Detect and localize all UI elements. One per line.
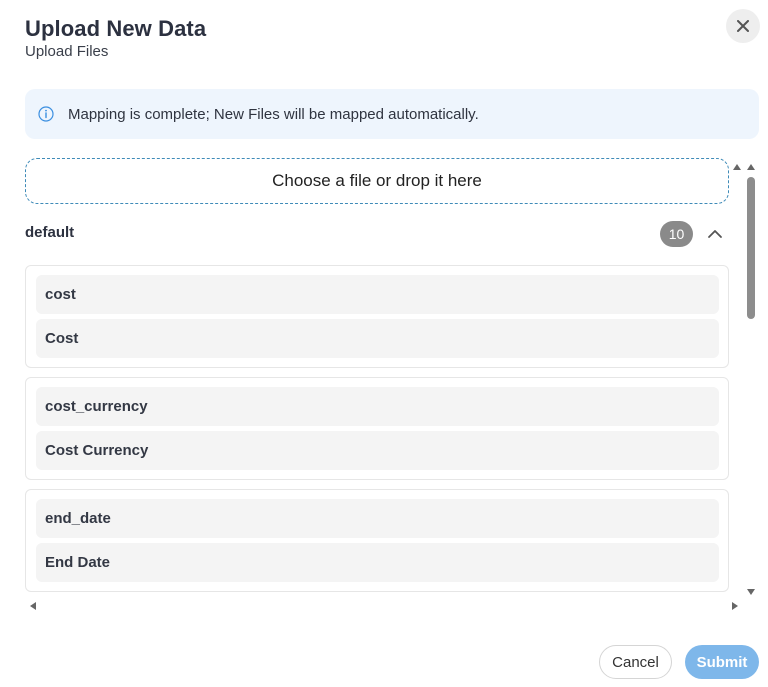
mapping-scroll-area[interactable]: Choose a file or drop it here default co… (25, 158, 730, 594)
file-dropzone[interactable]: Choose a file or drop it here (25, 158, 729, 204)
field-key[interactable]: cost (36, 275, 719, 314)
scroll-right-arrow[interactable] (732, 602, 738, 610)
field-label[interactable]: End Date (36, 543, 719, 582)
info-banner: Mapping is complete; New Files will be m… (25, 89, 759, 139)
field-label[interactable]: Cost Currency (36, 431, 719, 470)
field-key[interactable]: end_date (36, 499, 719, 538)
field-card: cost_currency Cost Currency (25, 377, 729, 480)
scrollbar-thumb[interactable] (747, 177, 755, 319)
info-icon (38, 106, 54, 122)
close-button[interactable] (726, 9, 760, 43)
close-icon (737, 20, 749, 32)
field-count-badge: 10 (660, 221, 693, 247)
field-key[interactable]: cost_currency (36, 387, 719, 426)
horizontal-scrollbar[interactable] (25, 598, 743, 614)
dialog-subtitle: Upload Files (25, 43, 109, 60)
info-message: Mapping is complete; New Files will be m… (68, 105, 479, 123)
scroll-up-arrow[interactable] (733, 164, 741, 170)
field-list: cost Cost cost_currency Cost Currency en… (25, 265, 729, 594)
dialog-title: Upload New Data (25, 16, 207, 41)
chevron-up-icon (708, 230, 722, 238)
group-name: default (25, 224, 75, 241)
field-label[interactable]: Cost (36, 319, 719, 358)
field-card: cost Cost (25, 265, 729, 368)
scroll-left-arrow[interactable] (30, 602, 36, 610)
field-card: end_date End Date (25, 489, 729, 592)
scroll-down-arrow[interactable] (747, 589, 755, 595)
collapse-group-button[interactable] (704, 224, 726, 244)
submit-button[interactable]: Submit (685, 645, 759, 679)
cancel-button[interactable]: Cancel (599, 645, 672, 679)
vertical-scrollbar[interactable] (733, 158, 759, 602)
scroll-up-arrow[interactable] (747, 164, 755, 170)
